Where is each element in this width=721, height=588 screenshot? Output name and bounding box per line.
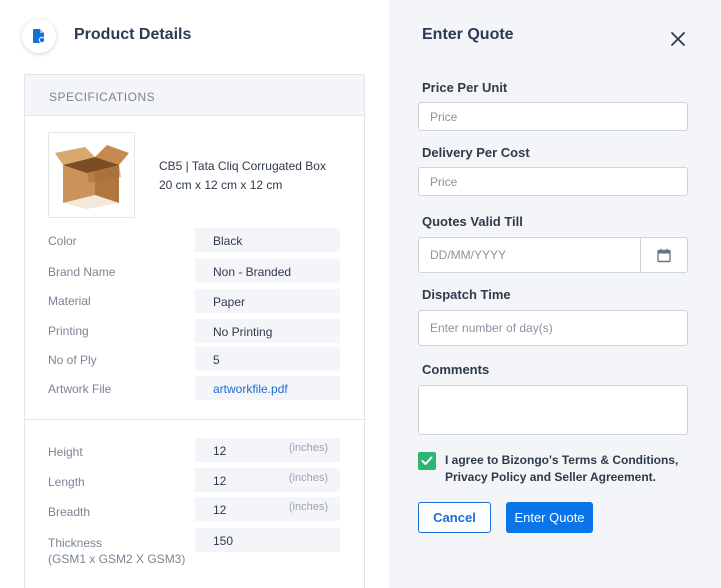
product-thumbnail <box>48 132 135 218</box>
product-name: CB5 | Tata Cliq Corrugated Box 20 cm x 1… <box>159 157 326 195</box>
spec-value-color: Black <box>195 228 340 252</box>
product-size: 20 cm x 12 cm x 12 cm <box>159 178 283 192</box>
dispatch-time-input[interactable] <box>418 310 688 346</box>
agreement-text: I agree to Bizongo's Terms & Conditions,… <box>445 452 695 486</box>
spec-label-artwork: Artwork File <box>48 382 112 396</box>
dim-height-unit: (inches) <box>288 442 328 454</box>
calendar-icon[interactable] <box>640 238 687 272</box>
delivery-per-cost-label: Delivery Per Cost <box>422 145 530 160</box>
dim-label-length: Length <box>48 475 85 489</box>
dim-value-breadth: 12 (inches) <box>195 497 340 521</box>
dispatch-time-label: Dispatch Time <box>422 287 511 302</box>
close-icon[interactable] <box>669 30 687 48</box>
spec-value-ply: 5 <box>195 347 340 371</box>
product-details-header: Product Details <box>0 0 389 72</box>
spec-value-brand: Non - Branded <box>195 259 340 283</box>
spec-label-printing: Printing <box>48 324 89 338</box>
spec-label-ply: No of Ply <box>48 353 97 367</box>
artwork-file-link[interactable]: artworkfile.pdf <box>195 376 340 400</box>
dim-breadth-unit: (inches) <box>288 501 328 513</box>
dim-label-breadth: Breadth <box>48 505 91 519</box>
delivery-per-cost-input[interactable] <box>418 167 688 196</box>
agreement-line-2: Privacy Policy and Seller Agreement. <box>445 470 656 484</box>
cancel-button[interactable]: Cancel <box>418 502 491 533</box>
thickness-label-main: Thickness <box>48 536 103 550</box>
dim-length-unit: (inches) <box>288 472 328 484</box>
dim-value-length: 12 (inches) <box>195 468 340 492</box>
thickness-label-sub: (GSM1 x GSM2 X GSM3) <box>48 552 186 566</box>
specifications-heading: SPECIFICATIONS <box>49 90 156 104</box>
price-per-unit-input[interactable] <box>418 102 688 131</box>
thickness-value: 150 <box>195 528 340 552</box>
spec-label-material: Material <box>48 294 91 308</box>
panel-title: Product Details <box>74 26 192 43</box>
spec-value-printing: No Printing <box>195 319 340 343</box>
checkmark-icon <box>421 456 433 465</box>
dim-length-number: 12 <box>213 474 227 488</box>
spec-label-brand: Brand Name <box>48 265 116 279</box>
dim-value-height: 12 (inches) <box>195 438 340 462</box>
enter-quote-button[interactable]: Enter Quote <box>506 502 593 533</box>
dim-breadth-number: 12 <box>213 503 227 517</box>
spec-value-material: Paper <box>195 289 340 313</box>
cardboard-box-image <box>55 145 129 209</box>
quotes-valid-till-input[interactable] <box>419 238 641 272</box>
price-per-unit-label: Price Per Unit <box>422 80 508 95</box>
specifications-header: SPECIFICATIONS <box>25 75 364 116</box>
agreement-line-1: I agree to Bizongo's Terms & Conditions, <box>445 453 679 467</box>
section-divider <box>25 419 364 420</box>
dim-label-height: Height <box>48 445 83 459</box>
comments-textarea[interactable] <box>418 385 688 435</box>
quotes-valid-till-field <box>418 237 688 273</box>
quote-title: Enter Quote <box>422 26 514 43</box>
product-details-panel: Product Details SPECIFICATIONS CB5 | Tat… <box>0 0 389 588</box>
quotes-valid-till-label: Quotes Valid Till <box>422 214 523 229</box>
spec-label-color: Color <box>48 234 77 248</box>
specifications-card: SPECIFICATIONS CB5 | Tata Cliq Corrugate… <box>24 74 365 588</box>
enter-quote-panel: Enter Quote Price Per Unit Delivery Per … <box>389 0 721 588</box>
comments-label: Comments <box>422 362 490 377</box>
product-title: CB5 | Tata Cliq Corrugated Box <box>159 159 326 173</box>
document-icon <box>22 19 56 53</box>
agreement-checkbox[interactable] <box>418 452 436 470</box>
thickness-label: Thickness (GSM1 x GSM2 X GSM3) <box>48 535 185 567</box>
dim-height-number: 12 <box>213 444 227 458</box>
